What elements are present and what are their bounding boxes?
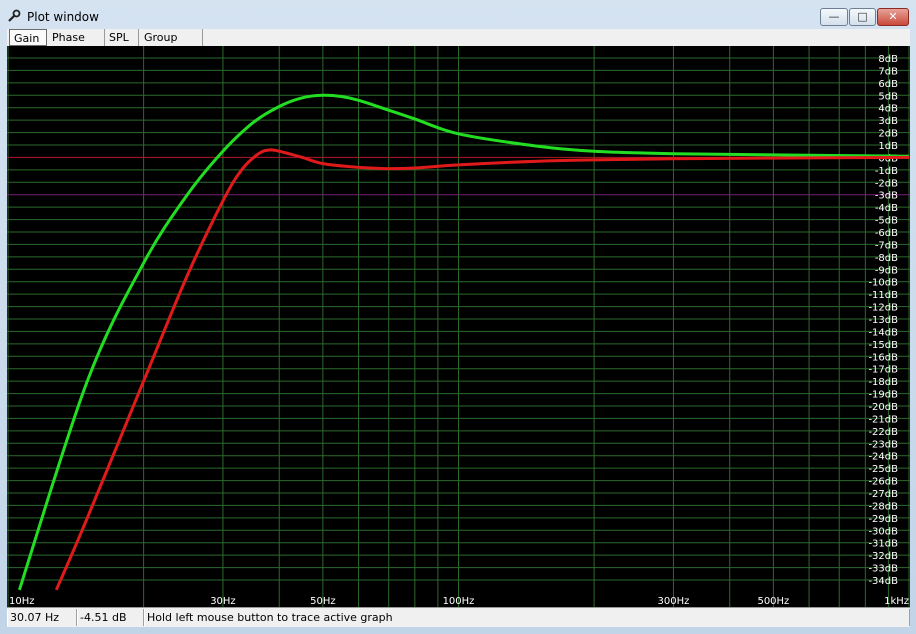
maximize-button[interactable]: □ <box>849 8 876 26</box>
y-tick-label: -24dB <box>868 452 898 463</box>
y-tick-label: 4dB <box>878 104 898 115</box>
tab-spl[interactable]: SPL <box>105 29 139 46</box>
y-tick-label: 5dB <box>878 91 898 102</box>
tab-gain[interactable]: Gain <box>9 29 47 46</box>
y-tick-label: -8dB <box>875 253 898 264</box>
status-frequency: 30.07 Hz <box>7 609 77 626</box>
y-tick-label: -31dB <box>868 539 898 550</box>
plot-window: Plot window — □ ✕ Gain Phase plot SPL Gr… <box>0 0 916 634</box>
x-tick-label: 30Hz <box>210 596 236 607</box>
y-tick-label: -9dB <box>875 265 898 276</box>
y-tick-label: -27dB <box>868 489 898 500</box>
x-tick-label: 50Hz <box>310 596 336 607</box>
x-tick-label: 300Hz <box>658 596 690 607</box>
y-tick-label: 7dB <box>878 66 898 77</box>
tab-group-delay[interactable]: Group delay <box>140 29 203 61</box>
red-gain-curve <box>54 148 910 591</box>
y-tick-label: -1dB <box>875 166 898 177</box>
y-tick-label: -30dB <box>868 526 898 537</box>
y-tick-label: -18dB <box>868 377 898 388</box>
y-tick-label: -10dB <box>868 278 898 289</box>
y-tick-label: -16dB <box>868 352 898 363</box>
y-tick-label: -5dB <box>875 216 898 227</box>
y-tick-label: 6dB <box>878 79 898 90</box>
y-tick-label: -28dB <box>868 501 898 512</box>
y-tick-label: -15dB <box>868 340 898 351</box>
y-tick-label: -4dB <box>875 203 898 214</box>
y-tick-label: -13dB <box>868 315 898 326</box>
window-title: Plot window <box>27 10 99 24</box>
status-hint: Hold left mouse button to trace active g… <box>144 609 910 626</box>
y-tick-label: 8dB <box>878 54 898 65</box>
y-tick-label: -21dB <box>868 414 898 425</box>
y-tick-label: -32dB <box>868 551 898 562</box>
x-tick-label: 500Hz <box>757 596 789 607</box>
status-bar: 30.07 Hz -4.51 dB Hold left mouse button… <box>7 607 910 627</box>
y-tick-label: 1dB <box>878 141 898 152</box>
minimize-button[interactable]: — <box>820 8 848 26</box>
y-tick-label: -20dB <box>868 402 898 413</box>
y-tick-label: -19dB <box>868 390 898 401</box>
y-tick-label: -17dB <box>868 365 898 376</box>
y-tick-label: -7dB <box>875 240 898 251</box>
gain-plot[interactable]: 8dB 7dB 6dB 5dB 4dB 3dB 2dB 1dB 0dB -1dB -2dB -3dB -… <box>7 46 910 607</box>
title-bar[interactable]: Plot window — □ ✕ <box>0 0 916 30</box>
y-tick-label: -6dB <box>875 228 898 239</box>
y-tick-label: -23dB <box>868 439 898 450</box>
gain-chart[interactable]: 8dB7dB6dB5dB4dB3dB2dB1dB0dB-1dB-2dB-3dB-… <box>7 46 910 607</box>
x-tick-label: 100Hz <box>443 596 475 607</box>
tab-bar: Gain Phase plot SPL Group delay <box>7 29 910 61</box>
y-tick-label: -11dB <box>868 290 898 301</box>
tab-phase-plot[interactable]: Phase plot <box>48 29 105 61</box>
y-tick-label: -22dB <box>868 427 898 438</box>
close-button[interactable]: ✕ <box>877 8 909 26</box>
y-tick-label: -3dB <box>875 191 898 202</box>
y-tick-label: -12dB <box>868 303 898 314</box>
y-tick-label: -26dB <box>868 477 898 488</box>
x-tick-label: 10Hz <box>9 596 35 607</box>
y-tick-label: -33dB <box>868 564 898 575</box>
wrench-icon <box>8 9 21 22</box>
x-tick-label: 1kHz <box>884 596 909 607</box>
y-tick-label: -34dB <box>868 576 898 587</box>
y-tick-label: -2dB <box>875 178 898 189</box>
y-tick-label: 3dB <box>878 116 898 127</box>
y-tick-label: -14dB <box>868 327 898 338</box>
status-gain: -4.51 dB <box>77 609 144 626</box>
y-tick-label: -29dB <box>868 514 898 525</box>
y-tick-label: 2dB <box>878 129 898 140</box>
y-tick-label: -25dB <box>868 464 898 475</box>
